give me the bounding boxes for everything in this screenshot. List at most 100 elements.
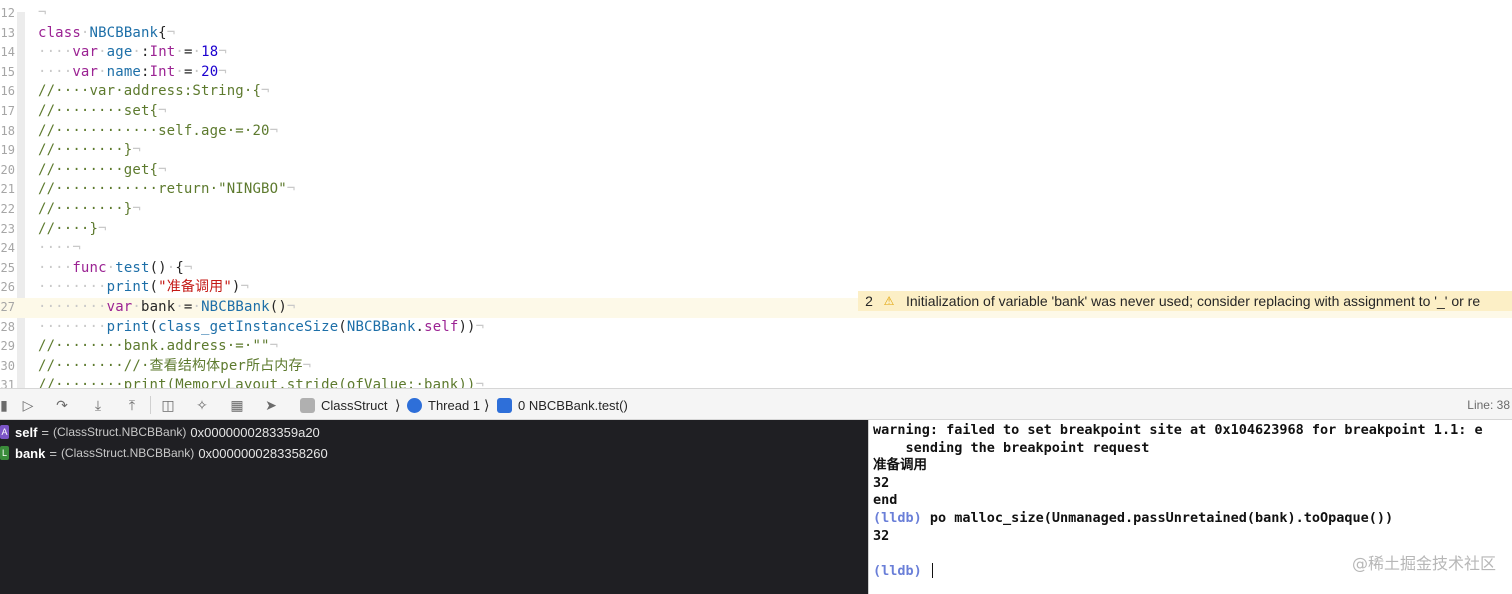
line-number: 13 bbox=[0, 25, 15, 40]
code-text: //········bank.address·=·""¬ bbox=[38, 338, 279, 355]
variable-kind-icon: L bbox=[0, 446, 9, 460]
text-cursor[interactable] bbox=[931, 563, 933, 579]
breadcrumb-frame[interactable]: 0 NBCBBank.test() bbox=[497, 395, 628, 415]
console-text: end bbox=[873, 492, 898, 509]
code-line[interactable]: 12 ¬ bbox=[0, 4, 1512, 24]
console-line: 32 bbox=[873, 475, 889, 493]
variable-name: self bbox=[15, 424, 38, 440]
code-text: //········get{¬ bbox=[38, 161, 167, 178]
line-number: 14 bbox=[0, 45, 15, 60]
code-text: ····var·name:Int·=·20¬ bbox=[38, 63, 227, 80]
code-line[interactable]: 31 //········print(MemoryLayout.stride(of… bbox=[0, 376, 1512, 388]
code-line[interactable]: 23 //····}¬ bbox=[0, 220, 1512, 240]
line-number: 28 bbox=[0, 319, 15, 334]
toolbar-separator bbox=[150, 396, 151, 414]
code-line[interactable]: 13 class·NBCBBank{¬ bbox=[0, 24, 1512, 44]
variable-type: (ClassStruct.NBCBBank) bbox=[53, 425, 187, 439]
warning-triangle-icon: ⚠ bbox=[883, 294, 895, 308]
code-line[interactable]: 22 //········}¬ bbox=[0, 200, 1512, 220]
breadcrumb-thread-label: Thread 1 bbox=[428, 397, 481, 413]
thread-icon bbox=[407, 397, 422, 413]
variable-name: bank bbox=[15, 445, 46, 461]
console-line: 32 bbox=[873, 528, 889, 546]
hide-debug-area-icon[interactable]: ▮ bbox=[0, 395, 14, 415]
variable-equals: = bbox=[49, 445, 57, 461]
code-text: ¬ bbox=[38, 5, 47, 21]
console-line: (lldb) po malloc_size(Unmanaged.passUnre… bbox=[873, 510, 1393, 528]
line-number: 19 bbox=[0, 143, 15, 158]
console-line: end bbox=[873, 492, 897, 510]
code-text: //········}¬ bbox=[38, 201, 141, 217]
line-number: 31 bbox=[0, 378, 15, 388]
code-line[interactable]: 19 //········}¬ bbox=[0, 141, 1512, 161]
watermark: @稀土掘金技术社区 bbox=[1351, 554, 1496, 573]
code-line[interactable]: 21 //············return·"NINGBO"¬ bbox=[0, 180, 1512, 200]
console-text: sending the breakpoint request bbox=[873, 439, 1150, 456]
code-line[interactable]: 15 ····var·name:Int·=·20¬ bbox=[0, 63, 1512, 83]
variable-equals: = bbox=[41, 424, 49, 440]
lldb-prompt: (lldb) bbox=[873, 510, 922, 526]
code-line[interactable]: 30 //········//·查看结构体per所占内存¬ bbox=[0, 357, 1512, 377]
view-hierarchy-icon[interactable]: ◫ bbox=[158, 395, 178, 415]
code-text: ········var·bank·=·NBCBBank()¬ bbox=[38, 299, 296, 315]
line-number: 18 bbox=[0, 123, 15, 138]
warning-count: 2 bbox=[865, 293, 873, 309]
code-line[interactable]: 16 //····var·address:String·{¬ bbox=[0, 82, 1512, 102]
step-into-icon[interactable]: ⤓ bbox=[88, 395, 108, 415]
breadcrumb-frame-label: 0 NBCBBank.test() bbox=[518, 397, 628, 413]
code-line[interactable]: 29 //········bank.address·=·""¬ bbox=[0, 337, 1512, 357]
stack-frame-icon bbox=[497, 397, 512, 413]
code-text: ····var·age·:Int·=·18¬ bbox=[38, 44, 227, 61]
line-number: 15 bbox=[0, 64, 15, 79]
console-text: po malloc_size(Unmanaged.passUnretained(… bbox=[921, 510, 1394, 526]
console-text: warning: failed to set breakpoint site a… bbox=[873, 422, 1483, 438]
code-text: ········print(class_getInstanceSize(NBCB… bbox=[38, 318, 485, 335]
code-line[interactable]: 18 //············self.age·=·20¬ bbox=[0, 122, 1512, 142]
variable-value: 0x0000000283358260 bbox=[198, 445, 328, 461]
console-line: sending the breakpoint request bbox=[873, 439, 1150, 458]
code-line[interactable]: 17 //········set{¬ bbox=[0, 102, 1512, 122]
simulate-location-icon[interactable]: ➤ bbox=[261, 395, 281, 415]
code-line[interactable]: 28 ········print(class_getInstanceSize(NB… bbox=[0, 318, 1512, 338]
breadcrumb-thread[interactable]: Thread 1 bbox=[407, 395, 480, 415]
code-text: //········}¬ bbox=[38, 142, 141, 159]
lldb-prompt: (lldb) bbox=[873, 562, 922, 579]
step-out-icon[interactable]: ⤒ bbox=[122, 395, 142, 415]
variables-view[interactable]: Aself = (ClassStruct.NBCBBank) 0x0000000283… bbox=[0, 420, 868, 594]
code-text: ····¬ bbox=[38, 240, 81, 257]
environment-overrides-icon[interactable]: ▦ bbox=[227, 395, 247, 415]
code-text: ········print("准备调用")¬ bbox=[38, 279, 250, 296]
continue-icon[interactable]: ▷ bbox=[18, 395, 38, 415]
code-text: //········//·查看结构体per所占内存¬ bbox=[38, 357, 312, 374]
code-text: //············self.age·=·20¬ bbox=[38, 122, 279, 139]
line-indicator: Line: 38 bbox=[1467, 398, 1510, 412]
code-text: //····}¬ bbox=[38, 220, 107, 237]
code-line[interactable]: 24 ····¬ bbox=[0, 239, 1512, 259]
memory-graph-icon[interactable]: ✧ bbox=[192, 395, 212, 415]
app-target-icon bbox=[300, 397, 315, 413]
chevron-right-icon: ⟩ bbox=[484, 397, 490, 413]
variable-value: 0x0000000283359a20 bbox=[190, 424, 320, 440]
code-line[interactable]: 20 //········get{¬ bbox=[0, 161, 1512, 181]
step-over-icon[interactable]: ↷ bbox=[52, 395, 72, 415]
console-line: warning: failed to set breakpoint site a… bbox=[873, 422, 1483, 440]
console-text: 32 bbox=[873, 527, 890, 544]
code-line[interactable]: 14 ····var·age·:Int·=·18¬ bbox=[0, 43, 1512, 63]
code-line[interactable]: 25 ····func·test()·{¬ bbox=[0, 259, 1512, 279]
variable-row[interactable]: Lbank = (ClassStruct.NBCBBank) 0x0000000283… bbox=[0, 443, 328, 463]
debug-console[interactable]: warning: failed to set breakpoint site a… bbox=[868, 420, 1512, 594]
console-line: (lldb) bbox=[873, 563, 933, 581]
code-text: //············return·"NINGBO"¬ bbox=[38, 181, 296, 198]
console-text: 32 bbox=[873, 474, 890, 491]
console-line: 准备调用 bbox=[873, 457, 927, 475]
code-text: //····var·address:String·{¬ bbox=[38, 83, 270, 100]
code-editor[interactable]: 12 ¬ 13 class·NBCBBank{¬ 14 ····var·age·:Int·… bbox=[0, 0, 1512, 388]
code-text: class·NBCBBank{¬ bbox=[38, 24, 176, 41]
line-number: 27 bbox=[0, 300, 15, 314]
line-number: 20 bbox=[0, 162, 15, 177]
variable-row[interactable]: Aself = (ClassStruct.NBCBBank) 0x0000000283… bbox=[0, 422, 320, 442]
warning-annotation[interactable]: 2 ⚠ Initialization of variable 'bank' wa… bbox=[858, 291, 1512, 311]
code-text: //········print(MemoryLayout.stride(ofVa… bbox=[38, 377, 485, 388]
breadcrumb-target[interactable]: ClassStruct bbox=[300, 395, 387, 415]
